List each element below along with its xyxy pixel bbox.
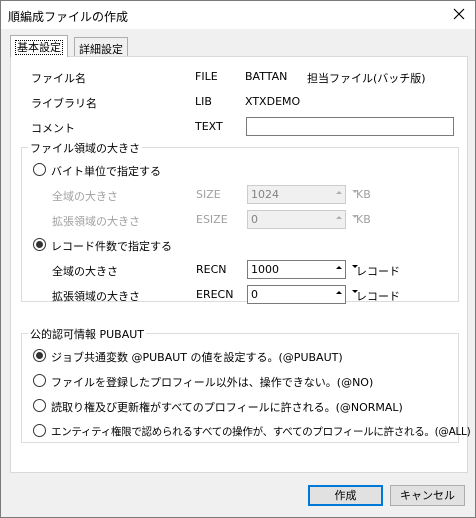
- erecn-stepper[interactable]: 0: [247, 285, 358, 304]
- esize-stepper[interactable]: 0: [247, 210, 358, 229]
- erecn-keyword: ERECN: [196, 288, 234, 301]
- size-unit: KB: [356, 188, 371, 201]
- size-keyword: SIZE: [196, 188, 221, 201]
- recn-unit: レコード: [356, 265, 400, 278]
- tab-detail-settings[interactable]: 詳細設定: [74, 37, 128, 57]
- library-name-value: XTXDEMO: [245, 95, 301, 108]
- tab-basic-settings[interactable]: 基本設定: [10, 35, 68, 57]
- recn-stepper[interactable]: 1000: [247, 260, 358, 279]
- spin-up-icon[interactable]: [333, 188, 345, 196]
- file-keyword: FILE: [195, 70, 218, 83]
- record-count-radio[interactable]: [33, 238, 46, 251]
- esize-keyword: ESIZE: [196, 213, 228, 226]
- spin-up-icon[interactable]: [333, 213, 345, 221]
- library-keyword: LIB: [195, 95, 212, 108]
- file-size-group: ファイル領域の大きさ バイト単位で指定する 全域の大きさ SIZE 1024 K…: [21, 140, 459, 304]
- pubaut-option-label[interactable]: ジョブ共通変数 @PUBAUT の値を設定する。(@PUBAUT): [51, 349, 343, 365]
- file-name-label: ファイル名: [31, 72, 86, 85]
- erecn-unit: レコード: [356, 290, 400, 303]
- spin-up-icon[interactable]: [333, 263, 345, 271]
- cancel-button[interactable]: キャンセル: [390, 485, 465, 506]
- file-name-value: BATTAN: [245, 70, 288, 83]
- record-count-label[interactable]: レコード件数で指定する: [51, 238, 172, 254]
- dialog-window: 順編成ファイルの作成 基本設定 詳細設定 ファイル名 FILE BATTAN 担…: [0, 0, 476, 518]
- byte-total-label: 全域の大きさ: [52, 190, 118, 203]
- close-icon[interactable]: [451, 6, 467, 22]
- record-total-label: 全域の大きさ: [52, 265, 118, 278]
- pubaut-option-radio[interactable]: [33, 349, 46, 362]
- pubaut-option-radio[interactable]: [33, 399, 46, 412]
- create-button[interactable]: 作成: [308, 485, 383, 506]
- comment-input[interactable]: [246, 117, 454, 136]
- pubaut-group-title: 公的認可情報 PUBAUT: [28, 326, 147, 342]
- byte-unit-label[interactable]: バイト単位で指定する: [51, 163, 161, 179]
- comment-keyword: TEXT: [195, 120, 223, 133]
- size-stepper[interactable]: 1024: [247, 185, 358, 204]
- recn-value: 1000: [251, 263, 279, 276]
- tab-panel-basic: ファイル名 FILE BATTAN 担当ファイル(バッチ版) ライブラリ名 LI…: [10, 56, 471, 473]
- pubaut-group: 公的認可情報 PUBAUT ジョブ共通変数 @PUBAUT の値を設定する。(@…: [21, 326, 471, 443]
- size-value: 1024: [251, 188, 279, 201]
- spin-up-icon[interactable]: [333, 288, 345, 296]
- tab-bar: 基本設定 詳細設定: [10, 35, 470, 57]
- pubaut-option-label[interactable]: ファイルを登録したプロフィール以外は、操作できない。(@NO): [51, 374, 373, 390]
- pubaut-option-radio[interactable]: [33, 374, 46, 387]
- esize-value: 0: [251, 213, 258, 226]
- record-extension-label: 拡張領域の大きさ: [52, 290, 140, 303]
- comment-label: コメント: [31, 122, 75, 135]
- file-description: 担当ファイル(バッチ版): [307, 72, 426, 85]
- erecn-spin-buttons[interactable]: [333, 286, 358, 303]
- pubaut-option-label[interactable]: エンティティ権限で認められるすべての操作が、すべてのプロフィールに許される。(@…: [51, 424, 471, 439]
- recn-keyword: RECN: [196, 263, 227, 276]
- esize-spin-buttons[interactable]: [333, 211, 358, 228]
- file-size-group-title: ファイル領域の大きさ: [28, 140, 142, 156]
- esize-unit: KB: [356, 213, 371, 226]
- recn-spin-buttons[interactable]: [333, 261, 358, 278]
- library-name-label: ライブラリ名: [31, 97, 97, 110]
- size-spin-buttons[interactable]: [333, 186, 358, 203]
- title-bar[interactable]: 順編成ファイルの作成: [1, 1, 475, 29]
- pubaut-option-label[interactable]: 読取り権及び更新権がすべてのプロフィールに許される。(@NORMAL): [51, 399, 403, 415]
- erecn-value: 0: [251, 288, 258, 301]
- pubaut-option-radio[interactable]: [33, 424, 46, 437]
- byte-unit-radio[interactable]: [33, 163, 46, 176]
- window-title: 順編成ファイルの作成: [8, 10, 129, 24]
- byte-extension-label: 拡張領域の大きさ: [52, 215, 140, 228]
